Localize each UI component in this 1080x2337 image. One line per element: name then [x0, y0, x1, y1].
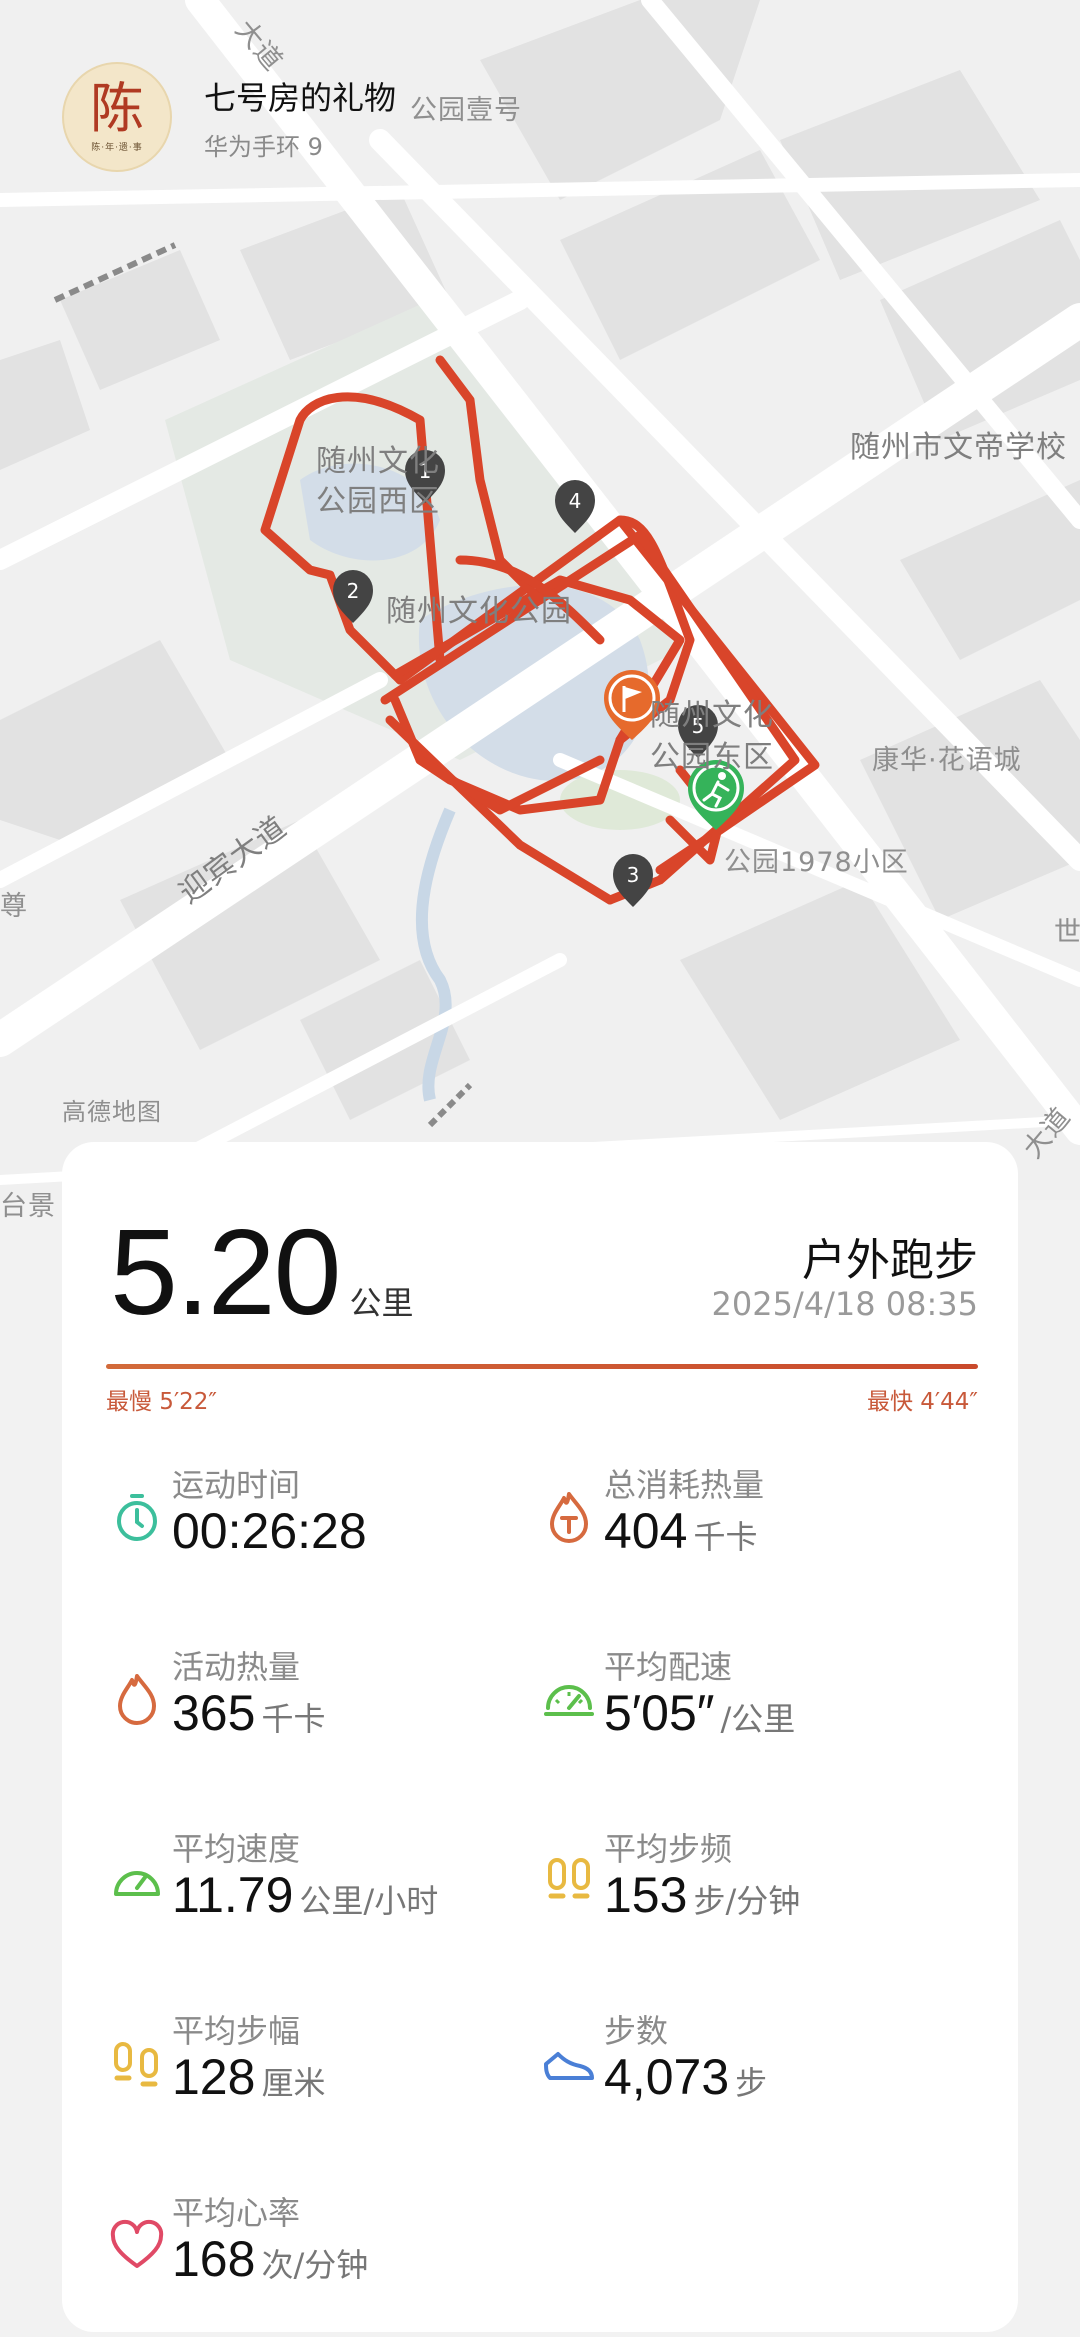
stat-value: 168	[172, 2231, 256, 2287]
map-label-taijing: 台景	[0, 1191, 56, 1222]
slowest-pace: 最慢 5′22″	[106, 1389, 218, 1415]
fastest-pace: 最快 4′44″	[866, 1389, 978, 1415]
svg-text:3: 3	[627, 863, 640, 887]
speedometer-icon	[114, 1871, 160, 1896]
stat-unit: 厘米	[261, 2064, 326, 2102]
stat-label: 活动热量	[172, 1648, 301, 1686]
avatar-subtext: 陈·年·遗·事	[91, 142, 143, 153]
stat-value: 404	[604, 1503, 688, 1559]
route-map[interactable]: 1 2 3 4 5 公园壹号 随州市文帝学校 随州文化 公园西区 随州文化公园 …	[0, 0, 1080, 1222]
map-label-kanghua: 康华·花语城	[872, 745, 1022, 776]
pace-gauge-icon	[544, 1685, 594, 1716]
map-label-east-park-2: 公园东区	[650, 740, 774, 775]
stat-value: 11.79	[172, 1867, 294, 1923]
stat-label: 平均步频	[604, 1830, 733, 1868]
flame-icon	[118, 1674, 156, 1725]
map-label-park-center: 随州文化公园	[386, 594, 572, 629]
stat-unit: 步	[735, 2064, 768, 2102]
workout-start-time: 2025/4/18 08:35	[711, 1285, 978, 1323]
map-label-park-top: 公园壹号	[410, 95, 522, 126]
distance-block: 5.20 公里	[110, 1202, 413, 1342]
footprints-icon	[548, 1858, 590, 1899]
map-label-shi: 世	[1054, 917, 1080, 948]
stopwatch-icon	[117, 1494, 157, 1541]
stat-unit: /公里	[720, 1700, 796, 1738]
footprints-stride-icon	[114, 2042, 158, 2087]
workout-type: 户外跑步	[802, 1235, 978, 1286]
stat-value: 128	[172, 2049, 256, 2105]
stat-label: 平均速度	[172, 1830, 301, 1868]
stat-label: 平均配速	[604, 1648, 733, 1686]
pace-bar	[106, 1364, 978, 1369]
map-label-west-park-1: 随州文化	[316, 444, 440, 479]
stat-value: 5′05″	[604, 1685, 715, 1741]
shoe-icon	[544, 2052, 594, 2080]
map-label-east-park-1: 随州文化	[650, 698, 774, 733]
stat-value: 00:26:28	[172, 1503, 367, 1559]
avatar[interactable]: 陈 陈·年·遗·事	[62, 62, 172, 172]
user-header: 陈 陈·年·遗·事 七号房的礼物 华为手环 9	[62, 62, 396, 172]
stat-unit: 千卡	[693, 1518, 758, 1556]
stat-value: 153	[604, 1867, 688, 1923]
avatar-char: 陈	[90, 76, 144, 140]
stat-unit: 次/分钟	[261, 2246, 369, 2284]
stat-label: 平均步幅	[172, 2012, 301, 2050]
stat-label: 总消耗热量	[604, 1466, 765, 1504]
map-label-community: 公园1978小区	[724, 847, 909, 878]
stat-label: 步数	[604, 2012, 669, 2050]
stat-value: 4,073	[604, 2049, 730, 2105]
svg-text:2: 2	[347, 579, 360, 603]
stat-unit: 千卡	[261, 1700, 326, 1738]
map-label-school: 随州市文帝学校	[850, 430, 1067, 465]
stat-label: 运动时间	[172, 1466, 301, 1504]
heart-icon	[110, 2219, 164, 2268]
map-label-gaode: 高德地图	[62, 1098, 162, 1126]
workout-summary-card: 5.20 公里 户外跑步 2025/4/18 08:35 最慢 5′22″ 最快…	[62, 1142, 1018, 2332]
map-label-west-park-2: 公园西区	[316, 484, 440, 519]
distance-unit: 公里	[349, 1284, 414, 1322]
calorie-flame-t-icon	[550, 1492, 588, 1543]
stat-unit: 公里/小时	[299, 1882, 439, 1920]
device-name: 华为手环 9	[204, 132, 323, 161]
stat-label: 平均心率	[172, 2194, 301, 2232]
distance-value: 5.20	[110, 1204, 341, 1340]
map-label-zun: 尊	[0, 891, 28, 922]
user-name: 七号房的礼物	[204, 78, 397, 117]
stat-value: 365	[172, 1685, 256, 1741]
stat-unit: 步/分钟	[693, 1882, 801, 1920]
svg-text:4: 4	[569, 489, 582, 513]
